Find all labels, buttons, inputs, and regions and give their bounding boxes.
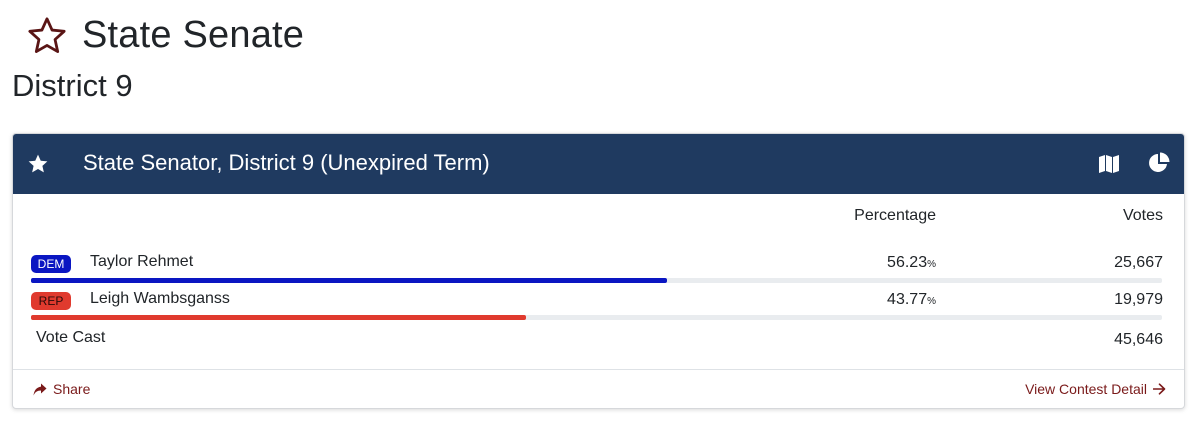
page-subtitle: District 9 [12,68,133,103]
view-contest-detail-label: View Contest Detail [1025,381,1147,397]
total-label: Vote Cast [36,329,106,346]
total-row: Vote Cast 45,646 [13,329,1184,353]
candidate-name: Taylor Rehmet [90,253,194,270]
candidate-votes: 19,979 [1114,291,1163,308]
contest-card: State Senator, District 9 (Unexpired Ter… [12,133,1185,409]
map-icon[interactable] [1098,154,1120,174]
vote-bar-track [31,278,1162,283]
page-header: State Senate [26,14,304,57]
total-votes: 45,646 [1114,331,1163,348]
contest-header: State Senator, District 9 (Unexpired Ter… [13,134,1184,194]
page-title: State Senate [82,14,305,56]
party-badge: DEM [31,255,71,273]
vote-bar-fill [31,315,527,320]
candidate-percentage: 43.77% [887,291,936,308]
pie-chart-icon[interactable] [1148,152,1170,174]
share-label: Share [53,381,91,397]
candidate-votes: 25,667 [1114,254,1163,271]
star-outline-icon [28,16,66,53]
party-badge: REP [31,292,71,310]
contest-title: State Senator, District 9 (Unexpired Ter… [83,150,490,175]
share-link[interactable]: Share [33,381,90,397]
vote-bar-fill [31,278,667,283]
candidate-row: REP Leigh Wambsganss 43.77% 19,979 [13,285,1184,321]
arrow-right-icon [1153,383,1166,395]
vote-bar-track [31,315,1162,320]
share-icon [33,383,47,395]
votes-column-header: Votes [1122,207,1163,224]
candidate-row: DEM Taylor Rehmet 56.23% 25,667 [13,248,1184,284]
view-contest-detail-link[interactable]: View Contest Detail [1025,381,1166,397]
percentage-column-header: Percentage [854,207,936,224]
card-footer: Share View Contest Detail [13,369,1184,408]
candidate-name: Leigh Wambsganss [90,290,230,307]
star-icon [28,154,48,173]
candidate-percentage: 56.23% [887,254,936,271]
